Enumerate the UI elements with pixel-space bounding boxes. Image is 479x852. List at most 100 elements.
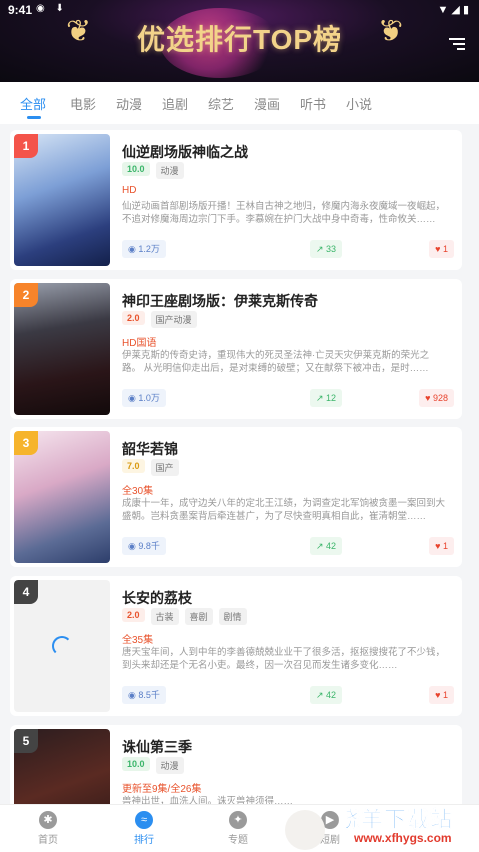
nav-home-label: 首页 (38, 835, 58, 846)
trend-stat: ↗ 42 (309, 537, 342, 555)
notification-icons: ◉ ⬇ (36, 3, 68, 14)
tab-variety[interactable]: 综艺 (208, 94, 234, 113)
likes-count: 1 (442, 690, 448, 700)
likes-stat[interactable]: ♥ 1 (429, 537, 454, 555)
item-tags: 10.0 动漫 (122, 162, 190, 179)
item-stats: ◉ 8.5千 ↗ 42 ♥ 1 (122, 686, 454, 704)
rank-badge: 2 (14, 283, 38, 307)
genre-tag: 古装 (150, 608, 179, 625)
item-tags: 7.0 国产 (122, 459, 185, 476)
rank-badge: 3 (14, 431, 38, 455)
rank-badge: 1 (14, 134, 38, 158)
loading-spinner-icon (52, 636, 72, 656)
category-tabs: 全部 电影 动漫 追剧 综艺 漫画 听书 小说 (0, 82, 479, 124)
item-title[interactable]: 诛仙第三季 (122, 737, 192, 757)
topic-icon: ✦ (229, 811, 247, 829)
laurel-right-icon: ❦ (378, 15, 404, 48)
score-badge: 10.0 (122, 162, 150, 176)
item-title[interactable]: 韶华若锦 (122, 439, 178, 459)
item-stats: ◉ 9.8千 ↗ 42 ♥ 1 (122, 537, 454, 555)
views-stat: ◉ 1.2万 (122, 240, 166, 258)
genre-tag: 喜剧 (184, 608, 213, 625)
views-stat: ◉ 9.8千 (122, 537, 166, 555)
active-tab-indicator (27, 116, 41, 119)
poster-image[interactable]: 2 (14, 283, 110, 415)
trend-count: 42 (325, 541, 336, 551)
item-status: 更新至9集/全26集 (122, 784, 202, 795)
tab-anime[interactable]: 动漫 (116, 94, 142, 113)
trend-count: 33 (325, 244, 336, 254)
views-count: 1.2万 (138, 244, 160, 254)
nav-topic[interactable]: ✦ 专题 (208, 811, 268, 846)
genre-tag: 动漫 (155, 162, 184, 179)
home-icon: ✱ (39, 811, 57, 829)
genre-tag: 国产 (150, 459, 179, 476)
item-description: 伊莱克斯的传奇史诗，重现伟大的死灵圣法神·亡灵天灾伊莱克斯的荣光之路。 从光明信… (122, 350, 430, 374)
item-description: 成康十一年，成守边关八年的定北王江绩，为调查定北军饷被贪墨一案回到大盛朝。岂料贪… (122, 498, 446, 522)
signal-battery-icons: ▼ ◢ ▮ (437, 4, 469, 16)
tab-all[interactable]: 全部 (20, 94, 46, 113)
likes-count: 928 (432, 393, 448, 403)
sheep-mascot-icon (285, 810, 325, 850)
item-stats: ◉ 1.2万 ↗ 33 ♥ 1 (122, 240, 454, 258)
likes-count: 1 (442, 244, 448, 254)
item-status: 全35集 (122, 635, 154, 646)
ranking-item[interactable]: 4 长安的荔枝 2.0 古装 喜剧 剧情 全35集 唐天宝年间，人到中年的李善德兢兢业… (10, 576, 462, 716)
views-count: 9.8千 (138, 541, 160, 551)
views-count: 8.5千 (138, 690, 160, 700)
nav-home[interactable]: ✱ 首页 (18, 811, 78, 846)
item-title[interactable]: 神印王座剧场版：伊莱克斯传奇 (122, 291, 318, 311)
watermark-text: 晓羊下载站 (338, 807, 454, 833)
tab-novel[interactable]: 小说 (346, 94, 372, 113)
item-status: HD (122, 185, 137, 196)
ranking-item[interactable]: 2 神印王座剧场版：伊莱克斯传奇 2.0 国产动漫 HD国语 伊莱克斯的传奇史诗，… (10, 279, 462, 419)
ranking-header: 9:41 ◉ ⬇ ▼ ◢ ▮ ❦ 优选排行TOP榜 ❦ (0, 0, 479, 82)
tab-comics[interactable]: 漫画 (254, 94, 280, 113)
score-badge: 10.0 (122, 757, 150, 771)
ranking-item[interactable]: 1 仙逆剧场版神临之战 10.0 动漫 HD 仙逆动画首部剧场版开播！王林自古神之… (10, 130, 462, 270)
likes-stat[interactable]: ♥ 1 (429, 240, 454, 258)
likes-stat[interactable]: ♥ 928 (419, 389, 454, 407)
views-stat: ◉ 8.5千 (122, 686, 166, 704)
item-tags: 10.0 动漫 (122, 757, 190, 774)
poster-image[interactable]: 1 (14, 134, 110, 266)
nav-topic-label: 专题 (228, 835, 248, 846)
watermark-url: www.xfhygs.com (354, 831, 452, 845)
item-description: 仙逆动画首部剧场版开播！王林自古神之地归，修魔内海永夜魔域一夜崛起，不追对修魔海… (122, 201, 446, 225)
genre-tag: 动漫 (155, 757, 184, 774)
item-tags: 2.0 国产动漫 (122, 311, 203, 328)
tab-movie[interactable]: 电影 (70, 94, 96, 113)
item-title[interactable]: 仙逆剧场版神临之战 (122, 142, 248, 162)
views-stat: ◉ 1.0万 (122, 389, 166, 407)
score-badge: 2.0 (122, 608, 145, 622)
poster-image[interactable]: 4 (14, 580, 110, 712)
poster-image[interactable]: 3 (14, 431, 110, 563)
trend-stat: ↗ 33 (309, 240, 342, 258)
rank-icon: ≈ (135, 811, 153, 829)
genre-tag: 剧情 (218, 608, 247, 625)
tab-series[interactable]: 追剧 (162, 94, 188, 113)
item-title[interactable]: 长安的荔枝 (122, 588, 192, 608)
trend-count: 12 (325, 393, 336, 403)
rank-badge: 5 (14, 729, 38, 753)
nav-ranking[interactable]: ≈ 排行 (114, 811, 174, 846)
status-time: 9:41 (8, 3, 33, 17)
tab-audiobook[interactable]: 听书 (300, 94, 326, 113)
item-stats: ◉ 1.0万 ↗ 12 ♥ 928 (122, 389, 454, 407)
menu-icon[interactable] (449, 38, 465, 50)
nav-ranking-label: 排行 (134, 835, 154, 846)
item-status: 全30集 (122, 486, 154, 497)
score-badge: 2.0 (122, 311, 145, 325)
likes-count: 1 (442, 541, 448, 551)
item-tags: 2.0 古装 喜剧 剧情 (122, 608, 253, 625)
item-description: 唐天宝年间，人到中年的李善德兢兢业业干了很多活，抠抠搜搜花了不少钱，到头来却还是… (122, 647, 446, 671)
ranking-item[interactable]: 3 韶华若锦 7.0 国产 全30集 成康十一年，成守边关八年的定北王江绩，为调查… (10, 427, 462, 567)
item-status: HD国语 (122, 338, 157, 349)
score-badge: 7.0 (122, 459, 145, 473)
site-watermark: 晓羊下载站 www.xfhygs.com (332, 800, 479, 852)
likes-stat[interactable]: ♥ 1 (429, 686, 454, 704)
views-count: 1.0万 (138, 393, 160, 403)
page-title: 优选排行TOP榜 (136, 24, 343, 55)
trend-stat: ↗ 12 (309, 389, 342, 407)
genre-tag: 国产动漫 (150, 311, 197, 328)
